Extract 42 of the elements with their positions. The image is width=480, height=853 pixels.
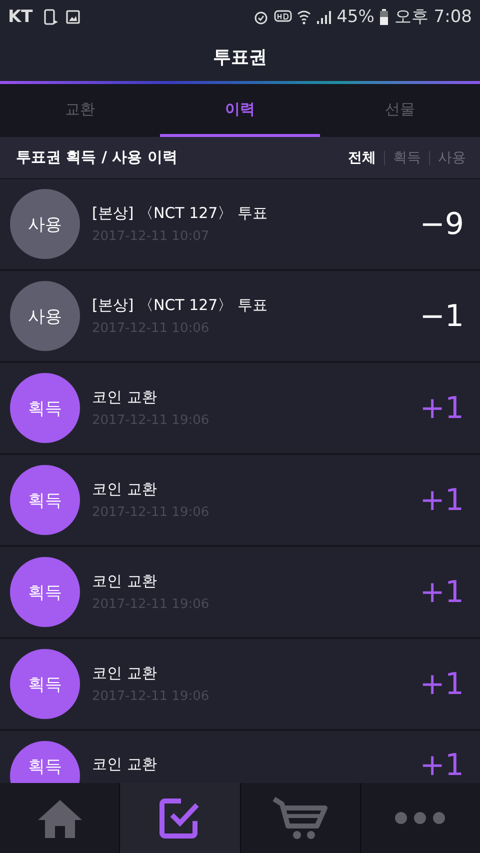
history-title: 코인 교환 — [92, 480, 158, 499]
history-title: 코인 교환 — [92, 388, 158, 407]
screen-title: 투표권 — [213, 46, 267, 69]
type-badge: 획득 — [10, 649, 80, 719]
cart-icon — [272, 796, 328, 840]
amount: +1 — [420, 482, 464, 518]
amount: +1 — [420, 751, 464, 781]
battery-percent: 45% — [336, 6, 374, 26]
type-badge: 사용 — [10, 281, 80, 351]
wifi-icon — [296, 8, 311, 24]
history-title: 코인 교환 — [92, 664, 158, 683]
section-title: 투표권 획득 / 사용 이력 — [16, 148, 178, 167]
type-badge: 획득 — [10, 741, 80, 783]
vote-tab[interactable] — [119, 783, 240, 853]
amount: −9 — [420, 206, 464, 242]
clock: 오후 7:08 — [394, 6, 472, 28]
amount: +1 — [420, 390, 464, 426]
amount: −1 — [420, 298, 464, 334]
type-badge: 획득 — [10, 373, 80, 443]
image-icon — [64, 8, 81, 24]
phone-icon — [42, 8, 60, 26]
filter-option[interactable]: 사용 — [434, 148, 470, 166]
amount: +1 — [420, 574, 464, 610]
hd-icon — [274, 10, 292, 24]
filter-option[interactable]: 전체 — [344, 148, 380, 166]
home-icon — [36, 798, 83, 838]
amount: +1 — [420, 666, 464, 702]
history-title: [본상] 〈NCT 127〉 투표 — [92, 296, 268, 315]
type-badge: 사용 — [10, 189, 80, 259]
battery-icon — [379, 8, 390, 26]
type-badge: 획득 — [10, 465, 80, 535]
tab[interactable]: 교환 — [0, 84, 160, 137]
history-title: [본상] 〈NCT 127〉 투표 — [92, 204, 268, 223]
signal-icon — [316, 8, 332, 24]
history-title: 코인 교환 — [92, 572, 158, 591]
tab[interactable]: 선물 — [320, 84, 480, 137]
history-title: 코인 교환 — [92, 755, 158, 774]
more-icon — [394, 811, 446, 825]
carrier-name: KT — [8, 6, 33, 26]
checkbox-icon — [158, 797, 201, 839]
filter-option[interactable]: 획득 — [389, 148, 425, 166]
type-badge: 획득 — [10, 557, 80, 627]
